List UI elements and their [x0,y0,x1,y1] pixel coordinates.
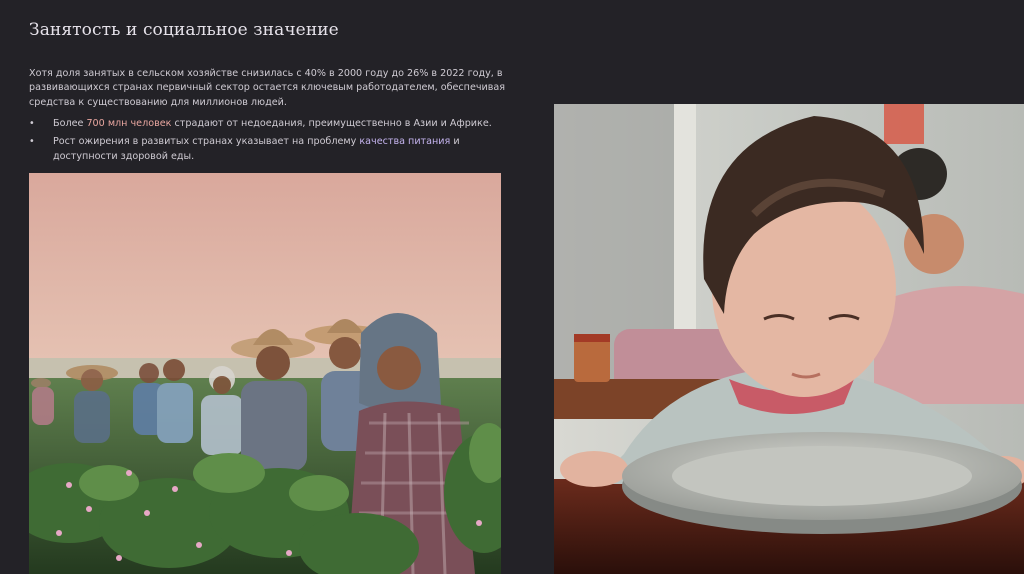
bullet-text-before: Более [53,118,87,129]
bullet-highlight: 700 млн человек [86,118,172,129]
list-item: • Более 700 млн человек страдают от недое… [29,117,509,131]
child-empty-plate-photo [554,104,1024,574]
bullet-marker: • [29,136,35,148]
bullet-text-after: страдают от недоедания, преимущественно … [171,118,492,129]
page-title: Занятость и социальное значение [29,20,339,40]
bullet-list: • Более 700 млн человек страдают от недое… [29,117,509,168]
farm-workers-photo [29,173,501,574]
bullet-highlight: качества питания [359,136,451,148]
list-item: • Рост ожирения в развитых странах указыв… [29,135,509,164]
intro-paragraph: Хотя доля занятых в сельском хозяйстве с… [29,68,506,108]
bullet-text-before: Рост ожирения в развитых странах указыва… [53,136,360,148]
bullet-marker: • [29,118,35,129]
slide: Занятость и социальное значение Хотя дол… [0,0,1024,574]
